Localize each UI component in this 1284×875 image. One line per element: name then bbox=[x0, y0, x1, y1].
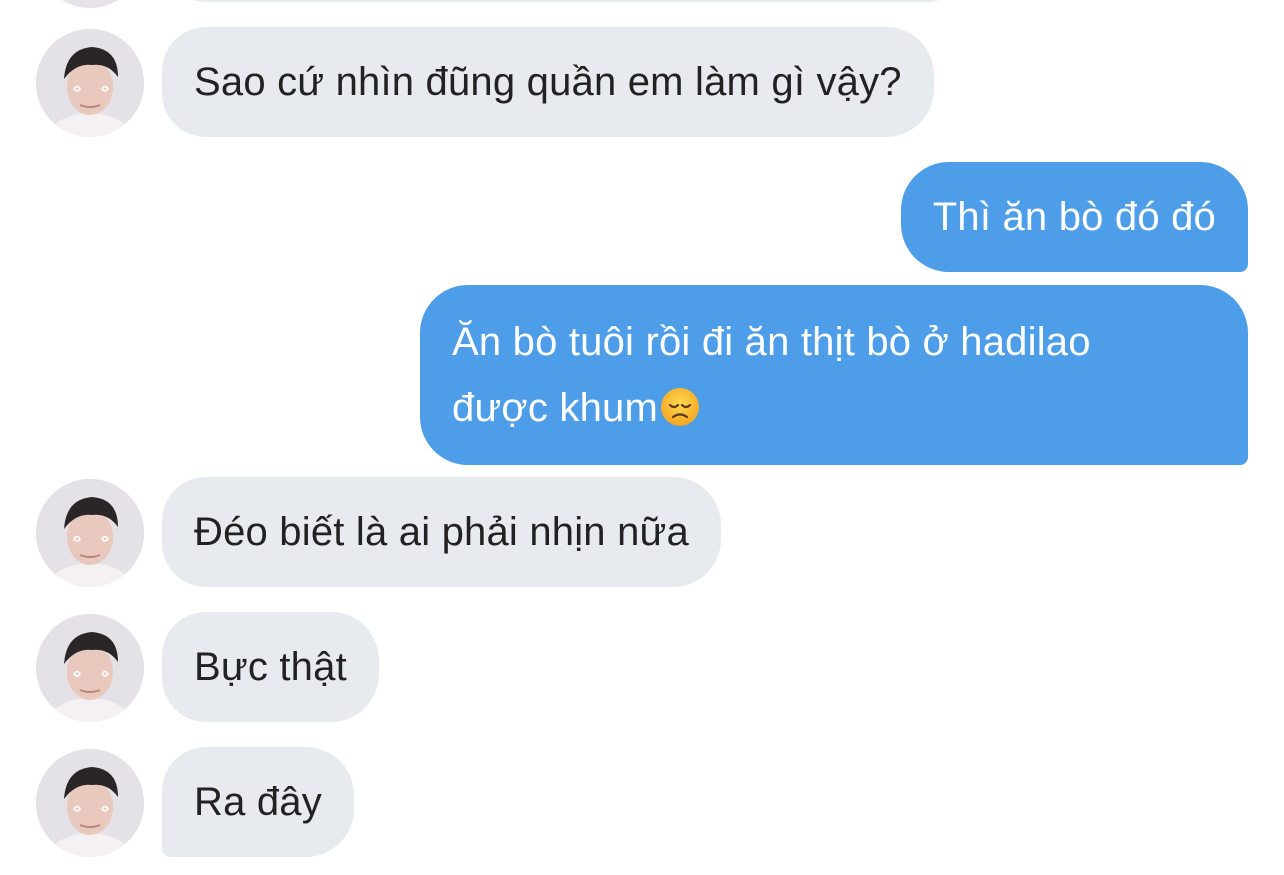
message-text-line-2-text: được khum bbox=[452, 386, 658, 430]
incoming-message-partial[interactable] bbox=[162, 0, 974, 2]
message-text-line-2: được khum bbox=[452, 375, 1216, 447]
incoming-message[interactable]: Sao cứ nhìn đũng quần em làm gì vậy? bbox=[162, 27, 934, 137]
outgoing-message[interactable]: Thì ăn bò đó đó bbox=[900, 162, 1248, 272]
message-text: Bực thật bbox=[194, 645, 347, 689]
incoming-message[interactable]: Đéo biết là ai phải nhịn nữa bbox=[162, 477, 721, 587]
message-text: Ra đây bbox=[194, 780, 322, 824]
message-text: Đéo biết là ai phải nhịn nữa bbox=[194, 510, 689, 554]
contact-avatar[interactable] bbox=[36, 29, 144, 137]
message-text: Sao cứ nhìn đũng quần em làm gì vậy? bbox=[194, 60, 902, 104]
contact-avatar[interactable] bbox=[36, 0, 144, 8]
contact-avatar[interactable] bbox=[36, 614, 144, 722]
message-text-line-1: Ăn bò tuôi rồi đi ăn thịt bò ở hadilao bbox=[452, 320, 1091, 364]
incoming-message[interactable]: Ra đây bbox=[162, 747, 354, 857]
message-text: Thì ăn bò đó đó bbox=[932, 195, 1216, 239]
contact-avatar[interactable] bbox=[36, 479, 144, 587]
incoming-message[interactable]: Bực thật bbox=[162, 612, 379, 722]
contact-avatar[interactable] bbox=[36, 749, 144, 857]
outgoing-message[interactable]: Ăn bò tuôi rồi đi ăn thịt bò ở hadilao đ… bbox=[420, 285, 1248, 465]
chat-thread: Sao cứ nhìn đũng quần em làm gì vậy? Thì… bbox=[0, 0, 1284, 875]
disappointed-face-icon bbox=[660, 381, 700, 447]
